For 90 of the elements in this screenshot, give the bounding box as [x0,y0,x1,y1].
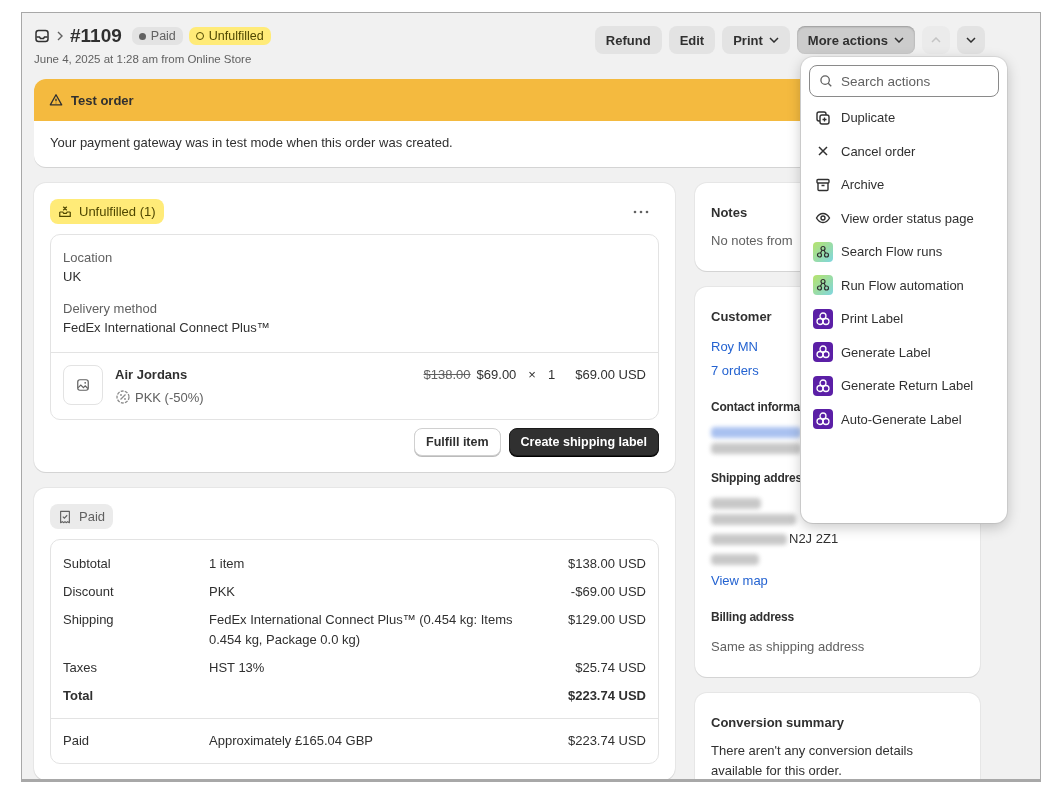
caret-icon [894,37,904,43]
action-button[interactable]: Refund [594,26,662,54]
unit-price: $69.00 [476,366,517,384]
archive-icon [815,176,831,193]
menu-item[interactable]: Cancel order [809,134,999,168]
menu-item[interactable]: Archive [809,168,999,202]
menu-item[interactable]: Generate Label [809,335,999,369]
label-app-icon [813,409,833,430]
fulfill-button[interactable]: Fulfill item [414,428,501,456]
blurred-address-line [711,554,759,565]
summary-amount: $25.74 USD [574,659,646,677]
duplicate-icon [815,109,831,126]
blurred-address-line [711,498,761,509]
summary-detail: Approximately £165.04 GBP [209,732,375,750]
order-date: June 4, 2025 at 1:28 am from Online Store [34,53,253,65]
label-app-icon [813,308,833,329]
summary-label: Total [63,687,95,705]
status-badge: Paid [131,27,183,45]
conversion-text: There aren't any conversion details available for this order. [711,742,914,779]
summary-label: Subtotal [63,555,112,573]
multiply-sign: × [528,366,536,384]
postcode: N2J 2Z1 [789,530,839,548]
location-value: UK [63,268,83,286]
chevron-down-icon [966,37,976,43]
receipt-icon [58,509,72,524]
order-number: #1109 [70,25,122,47]
summary-amount: $223.74 USD [566,732,646,750]
summary-amount: $223.74 USD [566,687,646,705]
delivery-method-value: FedEx International Connect Plus™ [63,319,271,337]
summary-amount: $129.00 USD [566,611,646,629]
search-actions-field[interactable]: Search actions [809,65,999,97]
section-title: Billing address [711,609,795,625]
inbox-icon[interactable] [34,28,50,44]
discount-icon [115,389,131,405]
status-badge: Unfulfilled [188,27,271,45]
menu-item[interactable]: Duplicate [809,101,999,135]
section-title: Contact informa [711,399,800,415]
warning-icon [49,93,63,107]
summary-label: Paid [63,732,91,750]
summary-detail: FedEx International Connect Plus™ (0.454 kg: Items 0.454 kg, Package 0.0 kg) [209,611,514,649]
line-total: $69.00 USD [575,366,646,384]
menu-item[interactable]: Run Flow automation [809,268,999,302]
menu-item[interactable]: Generate Return Label [809,369,999,403]
menu-item[interactable]: View order status page [809,201,999,235]
card-title: Conversion summary [711,714,844,732]
summary-detail: 1 item [209,555,246,573]
summary-amount: -$69.00 USD [569,583,646,601]
section-title: Shipping addres [711,470,802,486]
fulfillment-status-badge: Unfulfilled (1) [50,199,164,224]
quantity: 1 [547,366,556,384]
search-icon [819,74,833,88]
summary-label: Shipping [63,611,115,629]
next-order-button[interactable] [957,26,985,54]
flow-app-icon [813,275,833,296]
field-label: Delivery method [63,300,158,318]
summary-label: Taxes [63,659,98,677]
chevron-up-icon [931,37,941,43]
package-icon [58,204,72,219]
menu-item[interactable]: Search Flow runs [809,235,999,269]
discount-code: PKK (-50%) [135,389,204,405]
menu-item[interactable]: Auto-Generate Label [809,402,999,436]
card-title: Notes [711,204,748,222]
create-label-button[interactable]: Create shipping label [508,428,659,456]
summary-amount: $138.00 USD [566,555,646,573]
payment-status-badge: Paid [50,504,114,529]
more-options-icon[interactable] [633,209,649,214]
action-button[interactable]: Print [722,26,790,54]
notes-text: No notes from [711,233,793,248]
banner-message: Your payment gateway was in test mode when this order was created. [50,135,453,150]
flow-app-icon [813,241,833,262]
summary-detail: HST 13% [209,659,266,677]
caret-icon [768,37,779,43]
label-app-icon [813,375,833,396]
orders-link[interactable]: 7 orders [711,359,759,383]
label-app-icon [813,342,833,363]
chevron-right-icon [56,30,64,42]
action-button[interactable]: Edit [668,26,716,54]
view-map-link[interactable]: View map [711,569,768,593]
product-name[interactable]: Air Jordans [115,365,412,385]
field-label: Location [63,249,114,267]
card-title: Customer [711,308,772,326]
original-price: $138.00 [423,366,471,384]
image-icon [76,378,90,392]
action-button[interactable]: More actions [796,26,915,54]
menu-item[interactable]: Print Label [809,302,999,336]
summary-label: Discount [63,583,115,601]
banner-title: Test order [71,92,134,108]
summary-detail: PKK [209,583,236,601]
customer-name-link[interactable]: Roy MN [711,335,758,359]
billing-address-text: Same as shipping address [711,638,866,656]
